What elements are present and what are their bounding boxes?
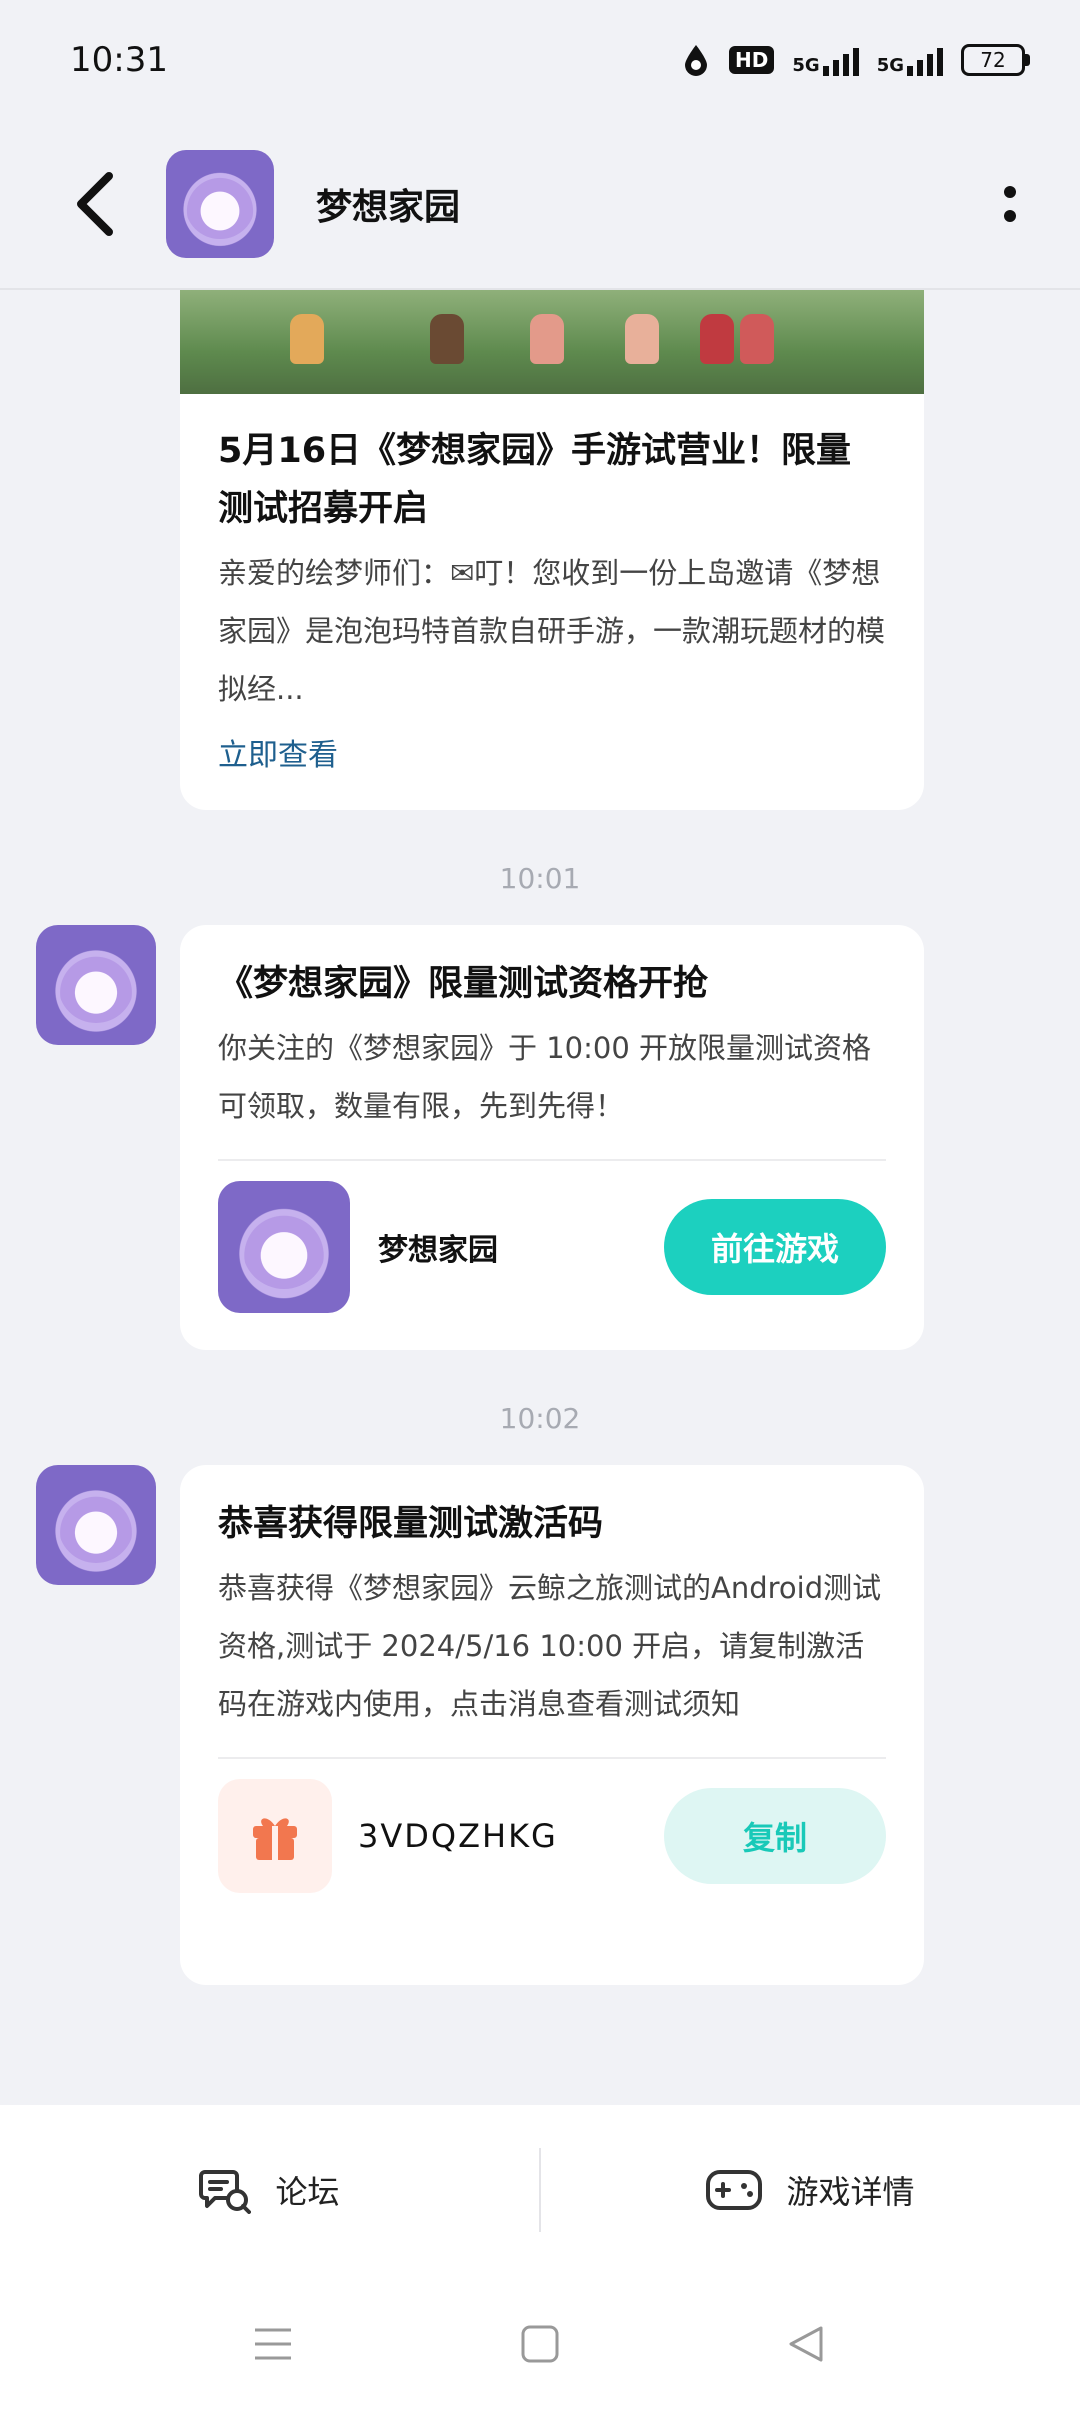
status-icons: HD 5G 5G 72 bbox=[681, 43, 1030, 77]
banner-figure bbox=[740, 314, 774, 364]
hd-badge: HD bbox=[729, 46, 775, 74]
chat-header: 梦想家园 bbox=[0, 120, 1080, 290]
message-card-announcement[interactable]: 5月16日《梦想家园》手游试营业！限量测试招募开启 亲爱的绘梦师们：✉叮！您收到… bbox=[180, 290, 924, 810]
message-body: 你关注的《梦想家园》于 10:00 开放限量测试资格可领取，数量有限，先到先得！ bbox=[218, 1031, 872, 1123]
message-title: 《梦想家园》限量测试资格开抢 bbox=[218, 964, 709, 1004]
home-icon[interactable] bbox=[520, 2324, 560, 2364]
system-nav-bar bbox=[0, 2275, 1080, 2412]
signal-icon-2: 5G bbox=[877, 44, 943, 76]
banner-figure bbox=[700, 314, 734, 364]
tab-forum-label: 论坛 bbox=[275, 2173, 340, 2211]
status-bar: 10:31 HD 5G 5G 72 bbox=[0, 0, 1080, 120]
tab-game-details-label: 游戏详情 bbox=[786, 2173, 915, 2211]
banner-figure bbox=[625, 314, 659, 364]
divider bbox=[218, 1757, 886, 1759]
back-nav-icon[interactable] bbox=[787, 2324, 827, 2364]
view-now-link[interactable]: 立即查看 bbox=[218, 730, 886, 774]
banner-figure bbox=[430, 314, 464, 364]
banner-figure bbox=[530, 314, 564, 364]
back-button[interactable] bbox=[40, 149, 150, 259]
message-body: 亲爱的绘梦师们：✉叮！您收到一份上岛邀请《梦想家园》是泡泡玛特首款自研手游，一款… bbox=[218, 556, 886, 706]
message-title: 恭喜获得限量测试激活码 bbox=[218, 1504, 604, 1544]
more-options-button[interactable] bbox=[980, 154, 1040, 254]
banner-image bbox=[180, 290, 924, 394]
gamepad-icon bbox=[706, 2170, 763, 2210]
tab-forum[interactable]: 论坛 bbox=[0, 2105, 539, 2275]
message-body: 恭喜获得《梦想家园》云鲸之旅测试的Android测试资格,测试于 2024/5/… bbox=[218, 1571, 882, 1721]
message-card-qualification[interactable]: 《梦想家园》限量测试资格开抢 你关注的《梦想家园》于 10:00 开放限量测试资… bbox=[180, 925, 924, 1350]
page-title: 梦想家园 bbox=[316, 187, 461, 228]
status-time: 10:31 bbox=[70, 40, 168, 80]
signal-icon-1: 5G bbox=[792, 44, 859, 76]
game-row: 梦想家园 前往游戏 bbox=[218, 1181, 886, 1313]
message-timestamp: 10:02 bbox=[499, 1402, 581, 1435]
game-name: 梦想家园 bbox=[378, 1233, 498, 1268]
gift-icon-box bbox=[218, 1779, 332, 1893]
forum-icon bbox=[199, 2170, 252, 2214]
more-dot-icon bbox=[1004, 210, 1016, 222]
bottom-tab-bar: 论坛 游戏详情 bbox=[0, 2105, 1080, 2275]
tab-game-details[interactable]: 游戏详情 bbox=[541, 2105, 1080, 2275]
sender-avatar[interactable] bbox=[36, 925, 156, 1045]
gift-icon bbox=[253, 1818, 297, 1860]
banner-figure bbox=[290, 314, 324, 364]
activation-code-row: 3VDQZHKG 复制 bbox=[218, 1779, 886, 1893]
copy-button[interactable]: 复制 bbox=[664, 1788, 886, 1884]
divider bbox=[218, 1159, 886, 1161]
game-icon[interactable] bbox=[218, 1181, 350, 1313]
activation-code: 3VDQZHKG bbox=[358, 1817, 558, 1855]
menu-icon[interactable] bbox=[253, 2326, 293, 2362]
message-timestamp: 10:01 bbox=[499, 862, 581, 895]
game-avatar[interactable] bbox=[166, 150, 274, 258]
back-arrow-icon bbox=[77, 172, 113, 236]
message-card-activation-code[interactable]: 恭喜获得限量测试激活码 恭喜获得《梦想家园》云鲸之旅测试的Android测试资格… bbox=[180, 1465, 924, 1985]
data-saver-icon bbox=[685, 45, 708, 76]
go-to-game-button[interactable]: 前往游戏 bbox=[664, 1199, 886, 1295]
battery-icon: 72 bbox=[961, 44, 1030, 76]
message-title: 5月16日《梦想家园》手游试营业！限量测试招募开启 bbox=[218, 431, 852, 529]
sender-avatar[interactable] bbox=[36, 1465, 156, 1585]
more-dot-icon bbox=[1004, 186, 1016, 198]
